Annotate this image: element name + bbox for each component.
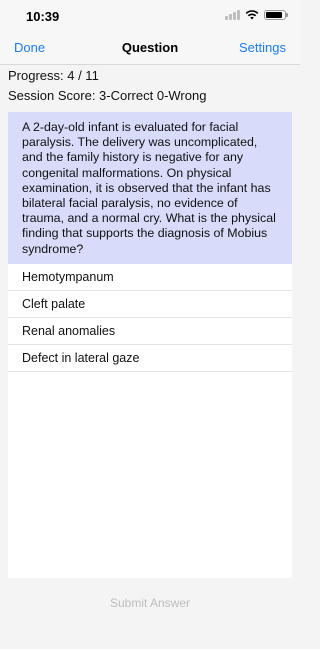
session-score-text: Session Score: 3-Correct 0-Wrong [8,88,207,103]
answer-option[interactable]: Renal anomalies [8,318,292,345]
navigation-bar: Done Question Settings [0,30,300,65]
answer-option[interactable]: Defect in lateral gaze [8,345,292,372]
answer-options-list: Hemotympanum Cleft palate Renal anomalie… [8,264,292,372]
answer-option[interactable]: Cleft palate [8,291,292,318]
settings-button[interactable]: Settings [239,40,286,55]
status-time: 10:39 [26,9,60,24]
submit-answer-button[interactable]: Submit Answer [0,596,300,610]
question-text: A 2-day-old infant is evaluated for faci… [8,112,292,264]
progress-text: Progress: 4 / 11 [8,68,99,83]
signal-icon [225,10,240,20]
question-card: A 2-day-old infant is evaluated for faci… [8,112,292,578]
status-bar: 10:39 [0,0,300,30]
status-icons [225,10,288,20]
battery-icon [264,10,288,20]
answer-option[interactable]: Hemotympanum [8,264,292,291]
wifi-icon [245,10,259,20]
